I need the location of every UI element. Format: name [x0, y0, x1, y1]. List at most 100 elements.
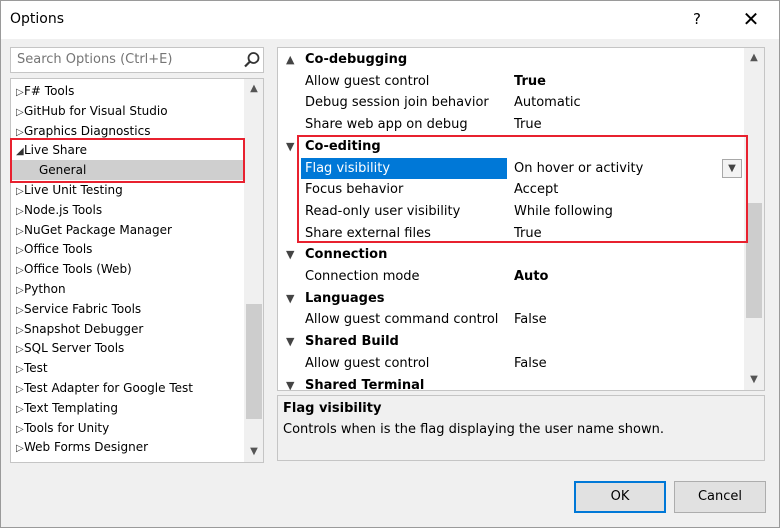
collapsed-arrow-icon[interactable]: ▷ — [12, 123, 24, 143]
help-button[interactable]: ? — [687, 7, 707, 31]
collapsed-arrow-icon[interactable]: ▷ — [12, 360, 24, 380]
tree-item[interactable]: General — [12, 160, 244, 180]
collapsed-arrow-icon[interactable]: ▷ — [12, 202, 24, 222]
property-row[interactable]: Allow guest control True — [278, 71, 744, 93]
grid-scroll-thumb[interactable] — [746, 203, 762, 318]
tree-item[interactable]: ▷Live Unit Testing — [12, 180, 244, 200]
grid-scrollbar[interactable]: ▲ ▼ — [744, 48, 764, 390]
category-row[interactable]: ▼ Connection — [278, 244, 744, 266]
property-name[interactable]: Focus behavior — [301, 179, 507, 200]
tree-item[interactable]: ▷Tools for Unity — [12, 418, 244, 438]
property-value[interactable]: On hover or activity — [511, 158, 741, 179]
chevron-icon[interactable]: ▼ — [286, 288, 294, 310]
property-value[interactable]: While following — [511, 201, 741, 222]
collapsed-arrow-icon[interactable]: ▷ — [12, 340, 24, 360]
property-row[interactable]: Flag visibility On hover or activity ▼ — [278, 157, 744, 180]
tree-item[interactable]: ▷Test — [12, 358, 244, 378]
property-row[interactable]: Read-only user visibility While following — [278, 201, 744, 223]
collapsed-arrow-icon[interactable]: ▷ — [12, 439, 24, 459]
tree-item[interactable]: ▷Office Tools — [12, 239, 244, 259]
tree-item[interactable]: ▷Office Tools (Web) — [12, 259, 244, 279]
search-box[interactable] — [10, 47, 264, 73]
cancel-button[interactable]: Cancel — [674, 481, 766, 513]
tree-item[interactable]: ▷NuGet Package Manager — [12, 220, 244, 240]
tree-item[interactable]: ▷Test Adapter for Google Test — [12, 378, 244, 398]
category-row[interactable]: ▼ Shared Build — [278, 331, 744, 353]
property-name[interactable]: Connection mode — [301, 266, 507, 287]
tree-item[interactable]: ▷GitHub for Visual Studio — [12, 101, 244, 121]
property-name[interactable]: Share web app on debug — [301, 114, 507, 135]
property-row[interactable]: Share external files True — [278, 223, 744, 245]
property-value[interactable]: False — [511, 353, 741, 374]
chevron-down-icon[interactable]: ▼ — [722, 158, 742, 178]
property-name[interactable]: Allow guest control — [301, 353, 507, 374]
property-name[interactable]: Allow guest command control — [301, 309, 507, 330]
close-button[interactable]: ✕ — [739, 6, 763, 32]
property-value[interactable]: Automatic — [511, 92, 741, 113]
property-row[interactable]: Allow guest control False — [278, 353, 744, 375]
property-value[interactable]: True — [511, 71, 741, 92]
tree-item[interactable]: ▷Web Forms Designer — [12, 437, 244, 457]
property-row[interactable]: Connection mode Auto — [278, 266, 744, 288]
property-name[interactable]: Flag visibility — [301, 157, 507, 179]
chevron-icon[interactable]: ▼ — [286, 244, 294, 266]
tree-scroll-thumb[interactable] — [246, 304, 262, 419]
tree-item[interactable]: ▷Service Fabric Tools — [12, 299, 244, 319]
tree-item[interactable]: ◢Live Share — [12, 140, 244, 160]
property-row[interactable]: Focus behavior Accept — [278, 179, 744, 201]
grid-scroll-down-icon[interactable]: ▼ — [744, 372, 764, 388]
category-row[interactable]: ▲ Co-debugging — [278, 49, 744, 71]
collapsed-arrow-icon[interactable]: ▷ — [12, 182, 24, 202]
tree-scrollbar[interactable]: ▲ ▼ — [244, 79, 263, 462]
collapsed-arrow-icon[interactable]: ▷ — [12, 103, 24, 123]
property-value[interactable]: True — [511, 114, 741, 135]
property-row[interactable]: Share web app on debug True — [278, 114, 744, 136]
property-row[interactable]: Allow guest command control False — [278, 309, 744, 331]
property-name[interactable]: Share external files — [301, 223, 507, 244]
property-name[interactable]: Read-only user visibility — [301, 201, 507, 222]
ok-button[interactable]: OK — [574, 481, 666, 513]
tree-item-label: Node.js Tools — [24, 202, 103, 217]
category-row[interactable]: ▼ Languages — [278, 288, 744, 310]
tree-item[interactable]: ▷SQL Server Tools — [12, 338, 244, 358]
property-row[interactable]: Debug session join behavior Automatic — [278, 92, 744, 114]
tree-scroll-up-icon[interactable]: ▲ — [244, 81, 263, 97]
grid-scroll-up-icon[interactable]: ▲ — [744, 50, 764, 66]
collapsed-arrow-icon[interactable]: ▷ — [12, 400, 24, 420]
options-tree: ▷Web Forms Designer ▷Tools for Unity ▷Text… — [10, 78, 264, 463]
collapsed-arrow-icon[interactable]: ▷ — [12, 380, 24, 400]
property-value[interactable]: Accept — [511, 179, 741, 200]
property-name[interactable]: Allow guest control — [301, 71, 507, 92]
category-row[interactable]: ▼ Shared Terminal — [278, 375, 744, 391]
category-row[interactable]: ▼ Co-editing — [278, 136, 744, 158]
property-value[interactable]: Auto — [511, 266, 741, 287]
chevron-icon[interactable]: ▼ — [286, 375, 294, 391]
collapsed-arrow-icon[interactable]: ▷ — [12, 281, 24, 301]
property-name[interactable]: Debug session join behavior — [301, 92, 507, 113]
collapsed-arrow-icon[interactable]: ▷ — [12, 241, 24, 261]
search-icon[interactable] — [243, 51, 261, 69]
tree-item[interactable]: ▷Node.js Tools — [12, 200, 244, 220]
collapsed-arrow-icon[interactable]: ▷ — [12, 321, 24, 341]
tree-item[interactable]: ▷Graphics Diagnostics — [12, 121, 244, 141]
tree-item[interactable]: ▷Python — [12, 279, 244, 299]
collapsed-arrow-icon[interactable]: ▷ — [12, 222, 24, 242]
description-title: Flag visibility — [283, 401, 382, 416]
property-value[interactable]: False — [511, 309, 741, 330]
collapsed-arrow-icon[interactable]: ▷ — [12, 261, 24, 281]
collapsed-arrow-icon[interactable]: ▷ — [12, 83, 24, 103]
collapsed-arrow-icon[interactable]: ▷ — [12, 301, 24, 321]
tree-scroll-down-icon[interactable]: ▼ — [244, 444, 263, 460]
chevron-icon[interactable]: ▼ — [286, 136, 294, 158]
collapsed-arrow-icon[interactable]: ▷ — [12, 420, 24, 440]
search-input[interactable] — [11, 48, 239, 72]
chevron-icon[interactable]: ▼ — [286, 331, 294, 353]
chevron-icon[interactable]: ▲ — [286, 49, 294, 71]
tree-item-label: Test — [24, 361, 48, 376]
expanded-arrow-icon[interactable]: ◢ — [12, 142, 24, 162]
tree-item[interactable]: ▷Snapshot Debugger — [12, 319, 244, 339]
property-value[interactable]: True — [511, 223, 741, 244]
property-grid: ▼ Shared Terminal Allow guest control False… — [277, 47, 765, 391]
tree-item[interactable]: ▷F# Tools — [12, 81, 244, 101]
tree-item[interactable]: ▷Text Templating — [12, 398, 244, 418]
